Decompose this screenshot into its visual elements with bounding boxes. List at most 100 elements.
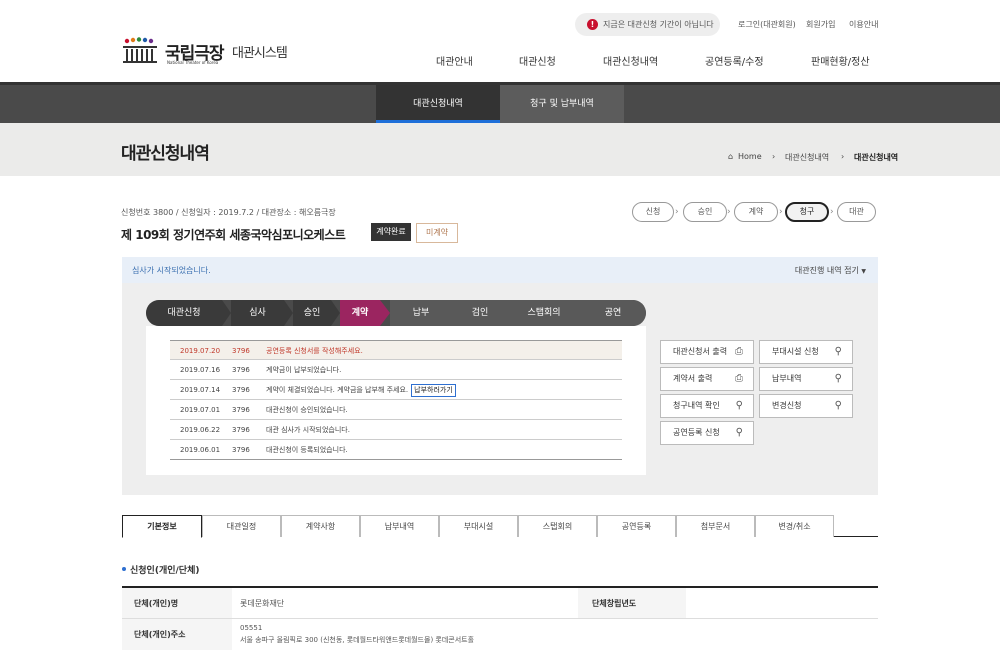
step-rental: 대관 bbox=[837, 202, 876, 222]
history-date: 2019.07.16 bbox=[180, 366, 221, 374]
stage-inspection: 검인 bbox=[452, 300, 508, 326]
address-value: 서울 송파구 올림픽로 300 (신천동, 롯데월드타워앤드롯데월드몰) 롯데콘… bbox=[240, 636, 475, 644]
magnifier-icon: ⚲ bbox=[834, 400, 842, 411]
stage-payment: 납부 bbox=[390, 300, 452, 326]
performance-title: 제 109회 정기연주회 세종국악심포니오케스트 bbox=[121, 228, 346, 242]
table-header-cell: 단체(개인)주소 bbox=[122, 619, 232, 650]
gnb-rental-apply[interactable]: 대관신청 bbox=[519, 53, 556, 68]
history-no: 3796 bbox=[232, 426, 250, 434]
history-date: 2019.07.14 bbox=[180, 386, 221, 394]
billing-check-button[interactable]: 청구내역 확인 ⚲ bbox=[660, 394, 754, 418]
tab-rental-schedule[interactable]: 대관일정 bbox=[202, 515, 281, 537]
gnb-sales-settlement[interactable]: 판매현황/정산 bbox=[811, 53, 870, 68]
step-contract: 계약 bbox=[734, 202, 778, 222]
site-logo[interactable]: 국립극장 National Theater of Korea 대관시스템 bbox=[121, 35, 311, 70]
caret-down-icon: ▼ bbox=[861, 268, 866, 275]
stage-review: 심사 bbox=[231, 300, 284, 326]
logo-system: 대관시스템 bbox=[232, 46, 288, 61]
stage-staff-meeting: 스탭회의 bbox=[508, 300, 580, 326]
tab-change-cancel[interactable]: 변경/취소 bbox=[755, 515, 834, 537]
step-arrow-icon: › bbox=[830, 207, 834, 217]
step-arrow-icon: › bbox=[779, 207, 783, 217]
history-text: 대관신청이 승인되었습니다. bbox=[266, 406, 348, 414]
breadcrumb-home[interactable]: Home bbox=[738, 152, 762, 161]
contract-status-badge: 미계약 bbox=[416, 223, 458, 243]
collapse-toggle[interactable]: 대관진행 내역 접기 ▼ bbox=[795, 265, 866, 276]
gnb-rental-history[interactable]: 대관신청내역 bbox=[603, 53, 658, 68]
history-text: 대관 심사가 시작되었습니다. bbox=[266, 426, 350, 434]
history-row: 2019.07.20 3796 공연등록 신청서를 작성해주세요. bbox=[170, 340, 622, 360]
stage-contract: 계약 bbox=[340, 300, 380, 326]
tab-facilities[interactable]: 부대시설 bbox=[439, 515, 518, 537]
subtab-billing-payment[interactable]: 청구 및 납부내역 bbox=[500, 85, 624, 123]
signup-link[interactable]: 회원가입 bbox=[806, 19, 835, 30]
printer-icon: ⎙ bbox=[735, 346, 743, 357]
label-founded-year: 단체창립년도 bbox=[592, 599, 637, 608]
billing-check-label: 청구내역 확인 bbox=[673, 401, 720, 410]
tab-performance-register[interactable]: 공연등록 bbox=[597, 515, 676, 537]
page-title: 대관신청내역 bbox=[121, 144, 210, 164]
history-date: 2019.06.22 bbox=[180, 426, 221, 434]
stage-chevron-icon bbox=[222, 300, 231, 326]
history-row: 2019.06.01 3796 대관신청이 등록되었습니다. bbox=[170, 440, 622, 460]
table-header-cell: 단체창립년도 bbox=[578, 588, 686, 618]
change-request-button[interactable]: 변경신청 ⚲ bbox=[759, 394, 853, 418]
history-no: 3796 bbox=[232, 347, 250, 355]
stage-performance: 공연 bbox=[580, 300, 646, 326]
history-text: 공연등록 신청서를 작성해주세요. bbox=[266, 347, 363, 355]
status-message: 심사가 시작되었습니다. bbox=[132, 266, 211, 275]
performance-register-button[interactable]: 공연등록 신청 ⚲ bbox=[660, 421, 754, 445]
tab-payment-history[interactable]: 납부내역 bbox=[360, 515, 439, 537]
magnifier-icon: ⚲ bbox=[735, 400, 743, 411]
history-no: 3796 bbox=[232, 366, 250, 374]
notice-text: 지금은 대관신청 기간이 아닙니다 bbox=[603, 20, 714, 29]
breadcrumb-level1[interactable]: 대관신청내역 bbox=[785, 152, 829, 163]
breadcrumb-separator-icon: › bbox=[772, 152, 776, 161]
facility-apply-button[interactable]: 부대시설 신청 ⚲ bbox=[759, 340, 853, 364]
history-text: 계약이 체결되었습니다. 계약금을 납부해 주세요. bbox=[266, 386, 409, 394]
history-row: 2019.07.16 3796 계약금이 납부되었습니다. bbox=[170, 360, 622, 380]
history-date: 2019.07.20 bbox=[180, 347, 221, 355]
tab-basic-info[interactable]: 기본정보 bbox=[122, 515, 202, 538]
printer-icon: ⎙ bbox=[735, 373, 743, 384]
progress-stages: 대관신청 심사 승인 계약 납부 검인 스탭회의 공연 bbox=[146, 300, 646, 326]
history-row: 2019.07.14 3796 계약이 체결되었습니다. 계약금을 납부해 주세… bbox=[170, 380, 622, 400]
breadcrumb-current: 대관신청내역 bbox=[854, 153, 899, 162]
payment-history-button[interactable]: 납부내역 ⚲ bbox=[759, 367, 853, 391]
stage-approve: 승인 bbox=[293, 300, 331, 326]
tab-contract-terms[interactable]: 계약사항 bbox=[281, 515, 360, 537]
period-notice: ! 지금은 대관신청 기간이 아닙니다 bbox=[575, 13, 720, 36]
detail-tabs: 기본정보 대관일정 계약사항 납부내역 부대시설 스탭회의 공연등록 첨부문서 … bbox=[122, 515, 878, 538]
magnifier-icon: ⚲ bbox=[834, 373, 842, 384]
tab-attachments[interactable]: 첨부문서 bbox=[676, 515, 755, 537]
application-meta: 신청번호 3800 / 신청일자 : 2019.7.2 / 대관장소 : 해오름… bbox=[121, 208, 336, 217]
stage-chevron-icon bbox=[331, 300, 340, 326]
payment-history-label: 납부내역 bbox=[772, 374, 802, 383]
step-billing: 청구 bbox=[785, 202, 829, 222]
history-text: 대관신청이 등록되었습니다. bbox=[266, 446, 348, 454]
status-bar: 심사가 시작되었습니다. 대관진행 내역 접기 ▼ bbox=[122, 257, 878, 283]
stage-apply: 대관신청 bbox=[146, 300, 222, 326]
contract-complete-badge: 계약완료 bbox=[371, 223, 411, 241]
theater-emblem-icon bbox=[123, 37, 157, 63]
step-apply: 신청 bbox=[632, 202, 674, 222]
history-date: 2019.07.01 bbox=[180, 406, 221, 414]
group-name-value: 롯데문화재단 bbox=[240, 599, 285, 608]
print-application-button[interactable]: 대관신청서 출력 ⎙ bbox=[660, 340, 754, 364]
performance-register-label: 공연등록 신청 bbox=[673, 428, 720, 437]
subtab-rental-history[interactable]: 대관신청내역 bbox=[376, 85, 500, 123]
facility-apply-label: 부대시설 신청 bbox=[772, 347, 819, 356]
tab-staff-meeting[interactable]: 스탭회의 bbox=[518, 515, 597, 537]
gnb-rental-guide[interactable]: 대관안내 bbox=[436, 53, 473, 68]
history-row: 2019.06.22 3796 대관 심사가 시작되었습니다. bbox=[170, 420, 622, 440]
section-title: 신청인(개인/단체) bbox=[130, 566, 200, 576]
bullet-icon bbox=[122, 567, 126, 571]
print-contract-button[interactable]: 계약서 출력 ⎙ bbox=[660, 367, 754, 391]
login-link[interactable]: 로그인(대관회원) bbox=[738, 19, 796, 30]
go-to-payment-button[interactable]: 납부하러가기 bbox=[411, 384, 456, 397]
guide-link[interactable]: 이용안내 bbox=[849, 19, 878, 30]
history-no: 3796 bbox=[232, 406, 250, 414]
table-top-border bbox=[122, 586, 878, 588]
gnb-performance-register[interactable]: 공연등록/수정 bbox=[705, 53, 764, 68]
breadcrumb-separator-icon: › bbox=[841, 152, 845, 161]
